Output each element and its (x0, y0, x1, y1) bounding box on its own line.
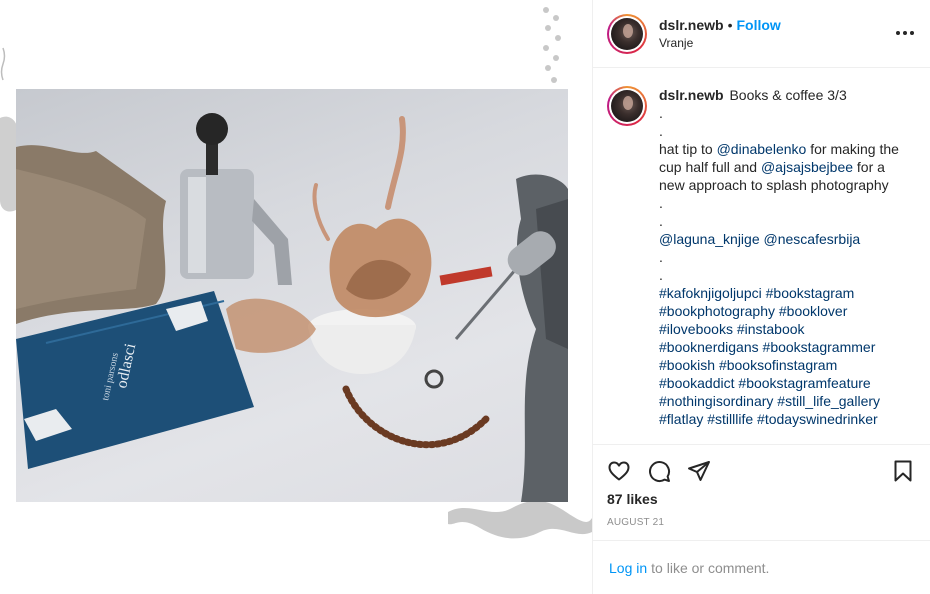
hashtag-link[interactable]: #flatlay (659, 411, 703, 427)
hashtag-link[interactable]: #stilllife (707, 411, 753, 427)
post-photo[interactable]: odlasci toni parsons (16, 89, 568, 502)
follow-button[interactable]: Follow (736, 17, 780, 33)
login-prompt-text: to like or comment. (651, 559, 770, 576)
hashtag-link[interactable]: #booklover (779, 303, 848, 319)
separator-dot: • (727, 16, 733, 33)
post-media-area: odlasci toni parsons (0, 0, 592, 594)
hashtag-link[interactable]: #todayswinedrinker (757, 411, 878, 427)
login-prompt: Log in to like or comment. (593, 540, 930, 594)
comments-section: dslr.newb Books & coffee 3/3 . . hat tip… (593, 68, 930, 444)
caption-dot: . (659, 267, 663, 283)
hashtag-block: #kafoknjigoljupci #bookstagram #bookphot… (659, 284, 899, 428)
heart-icon[interactable] (607, 459, 631, 483)
caption-dot: . (659, 249, 663, 265)
caption-dot: . (659, 105, 663, 121)
mention-link[interactable]: @ajsajsbejbee (761, 159, 853, 175)
mention-link[interactable]: @laguna_knjige (659, 231, 760, 247)
avatar[interactable] (607, 13, 647, 54)
likes-count[interactable]: 87 likes (607, 491, 917, 507)
caption-dot: . (659, 213, 663, 229)
hashtag-link[interactable]: #bookaddict (659, 375, 735, 391)
share-icon[interactable] (687, 459, 711, 483)
hashtag-link[interactable]: #kafoknjigoljupci (659, 285, 762, 301)
caption-tip-prefix: hat tip to (659, 141, 717, 157)
photo-illustration: odlasci toni parsons (16, 113, 568, 502)
hashtag-link[interactable]: #ilovebooks (659, 321, 733, 337)
comment-icon[interactable] (647, 459, 671, 483)
more-options-button[interactable] (896, 24, 914, 42)
hashtag-link[interactable]: #bookphotography (659, 303, 775, 319)
caption-dot: . (659, 123, 663, 139)
bookmark-icon[interactable] (891, 459, 915, 483)
caption-text: dslr.newb Books & coffee 3/3 . . hat tip… (659, 86, 899, 444)
login-link[interactable]: Log in (609, 560, 647, 576)
more-options-icon (896, 31, 900, 35)
post-header: dslr.newb • Follow Vranje (593, 0, 930, 68)
hashtag-link[interactable]: #bookstagrammer (763, 339, 876, 355)
hashtag-link[interactable]: #booknerdigans (659, 339, 759, 355)
hashtag-link[interactable]: #nothingisordinary (659, 393, 773, 409)
hashtag-link[interactable]: #instabook (737, 321, 805, 337)
caption-title: Books & coffee 3/3 (729, 87, 847, 103)
location-link[interactable]: Vranje (659, 34, 781, 52)
caption-dot: . (659, 195, 663, 211)
hashtag-link[interactable]: #bookstagram (766, 285, 855, 301)
mention-link[interactable]: @dinabelenko (717, 141, 807, 157)
hashtag-link[interactable]: #still_life_gallery (777, 393, 880, 409)
hashtag-link[interactable]: #bookstagramfeature (738, 375, 870, 391)
hashtag-link[interactable]: #bookish (659, 357, 715, 373)
post-actions: 87 likes AUGUST 21 (593, 444, 930, 528)
caption-avatar[interactable] (607, 86, 647, 126)
username-link[interactable]: dslr.newb (659, 17, 724, 33)
post-panel: dslr.newb • Follow Vranje dslr.newb Books … (592, 0, 930, 594)
caption-username[interactable]: dslr.newb (659, 87, 724, 103)
post-date[interactable]: AUGUST 21 (607, 517, 917, 528)
hashtag-link[interactable]: #booksofinstagram (719, 357, 837, 373)
mention-link[interactable]: @nescafesrbija (764, 231, 861, 247)
